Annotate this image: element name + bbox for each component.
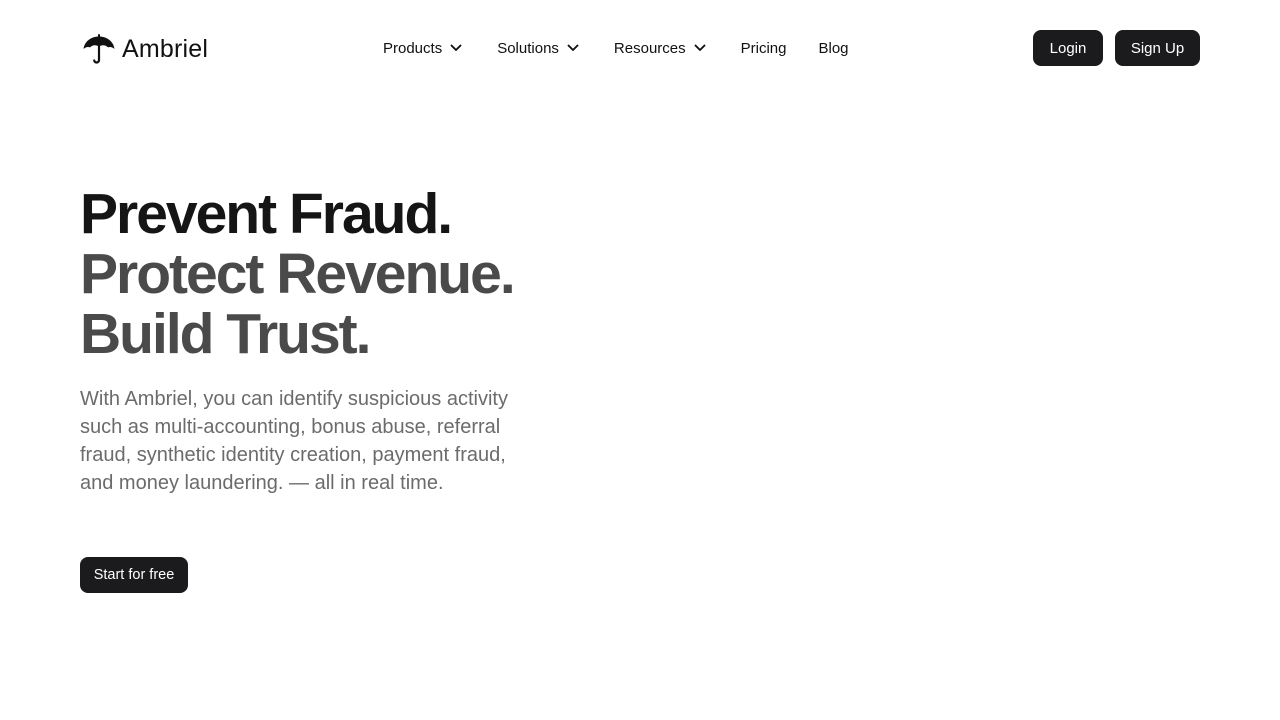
nav-item-label: Blog [818,39,849,57]
nav-item-label: Solutions [497,39,559,57]
nav-item-label: Products [383,39,443,57]
sign-up-button[interactable]: Sign Up [1115,30,1200,66]
brand-logo[interactable]: Ambriel [82,33,208,65]
landing-page: Ambriel Products Solutions Resources Pri… [0,0,1280,720]
nav-item-label: Resources [613,39,686,57]
nav-item-products[interactable]: Products [383,40,462,57]
nav-item-resources[interactable]: Resources [614,40,706,57]
nav-item-pricing[interactable]: Pricing [741,40,787,57]
main-nav: Products Solutions Resources Pricing Blo… [383,36,849,60]
site-header: Ambriel Products Solutions Resources Pri… [0,0,1280,96]
chevron-down-icon [567,44,579,52]
chevron-down-icon [450,44,462,52]
start-for-free-button[interactable]: Start for free [80,557,188,593]
hero-headline: Prevent Fraud. Protect Revenue. Build Tr… [80,184,560,364]
hero-description: With Ambriel, you can identify suspiciou… [80,388,508,494]
headline-line: Protect Revenue. [80,242,516,306]
nav-item-blog[interactable]: Blog [818,40,848,57]
brand-name: Ambriel [122,34,209,63]
headline-line: Build Trust. [80,302,372,366]
umbrella-icon [82,33,116,65]
headline-line: Prevent Fraud. [80,182,453,246]
nav-item-solutions[interactable]: Solutions [497,40,579,57]
login-button[interactable]: Login [1033,30,1103,66]
nav-item-label: Pricing [740,39,787,57]
chevron-down-icon [694,44,706,52]
